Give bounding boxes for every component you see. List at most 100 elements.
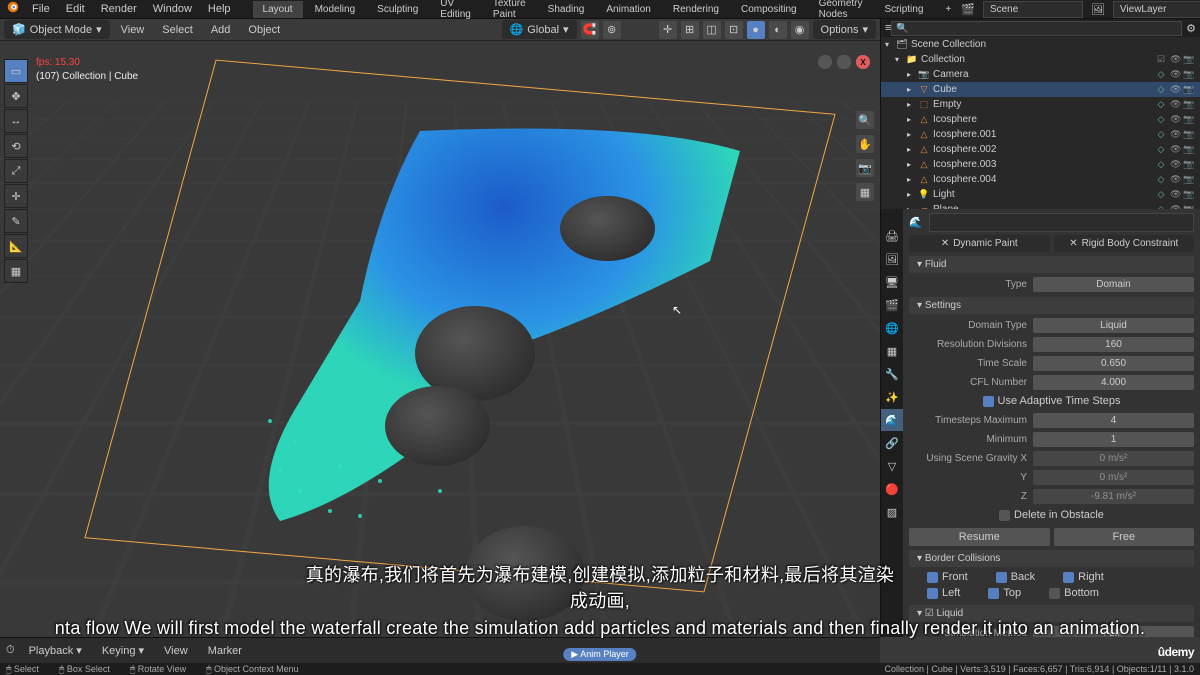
tree-item[interactable]: ▸△Icosphere.003◇👁📷 [881, 157, 1200, 172]
ptab-scene[interactable]: 🎬 [881, 294, 903, 316]
tool-cursor[interactable]: ✥ [4, 84, 28, 108]
view-menu[interactable]: View [114, 21, 152, 39]
front-chk[interactable] [927, 572, 938, 583]
workspace-tab-sculpting[interactable]: Sculpting [367, 1, 428, 18]
resolution-input[interactable]: 160 [1033, 337, 1194, 352]
back-chk[interactable] [996, 572, 1007, 583]
select-menu[interactable]: Select [155, 21, 200, 39]
ptab-render[interactable]: 🖨 [881, 225, 903, 247]
gizmo-toggle[interactable]: ✛ [659, 21, 677, 39]
orientation-select[interactable]: 🌐Global▾ [502, 20, 577, 39]
tool-move[interactable]: ↔ [4, 109, 28, 133]
resume-button[interactable]: Resume [909, 528, 1050, 546]
outliner-search[interactable] [891, 21, 1182, 36]
delobstacle-checkbox[interactable] [999, 510, 1010, 521]
ptab-material[interactable]: 🔴 [881, 478, 903, 500]
tl-playback[interactable]: Playback ▾ [23, 642, 88, 659]
fluid-type-select[interactable]: Domain [1033, 277, 1194, 292]
nav-gizmo[interactable]: Y Z X [818, 55, 870, 107]
workspace-tab-rendering[interactable]: Rendering [663, 1, 729, 18]
tool-select[interactable]: ▭ [4, 59, 28, 83]
ptab-object[interactable]: ▦ [881, 340, 903, 362]
scene-name-input[interactable] [983, 1, 1083, 18]
3d-viewport[interactable]: ▭ ✥ ↔ ⟲ ⤢ ✛ ✎ 📐 ▦ fps: 15.30 (107) Colle… [0, 41, 880, 637]
menu-render[interactable]: Render [93, 0, 145, 18]
workspace-add[interactable]: + [935, 1, 961, 18]
domain-type-select[interactable]: Liquid [1033, 318, 1194, 333]
ptab-texture[interactable]: ▨ [881, 501, 903, 523]
workspace-tab-modeling[interactable]: Modeling [305, 1, 366, 18]
props-search[interactable] [929, 213, 1194, 232]
menu-edit[interactable]: Edit [58, 0, 93, 18]
pan-icon[interactable]: ✋ [856, 135, 874, 153]
tree-item[interactable]: ▸▽Cube◇👁📷 [881, 82, 1200, 97]
ptab-world[interactable]: 🌐 [881, 317, 903, 339]
adaptive-checkbox[interactable] [983, 396, 994, 407]
tree-item[interactable]: ▸💡Light◇👁📷 [881, 187, 1200, 202]
settings-heading[interactable]: ▾ Settings [909, 297, 1194, 314]
tree-scene-collection[interactable]: ▾🗂Scene Collection [881, 37, 1200, 52]
snap-toggle[interactable]: 🧲 [581, 21, 599, 39]
timescale-input[interactable]: 0.650 [1033, 356, 1194, 371]
tool-rotate[interactable]: ⟲ [4, 134, 28, 158]
workspace-tab-scripting[interactable]: Scripting [875, 1, 934, 18]
perspective-icon[interactable]: ▦ [856, 183, 874, 201]
proportional-toggle[interactable]: ⊚ [603, 21, 621, 39]
tree-item[interactable]: ▸⬚Empty◇👁📷 [881, 97, 1200, 112]
tl-marker[interactable]: Marker [202, 643, 248, 659]
camera-icon[interactable]: 📷 [856, 159, 874, 177]
ptab-particles[interactable]: ✨ [881, 386, 903, 408]
tree-item[interactable]: ▸△Icosphere.002◇👁📷 [881, 142, 1200, 157]
free-button[interactable]: Free [1054, 528, 1195, 546]
tool-scale[interactable]: ⤢ [4, 159, 28, 183]
tl-view[interactable]: View [158, 643, 194, 659]
shade-solid[interactable]: ● [747, 21, 765, 39]
bottom-chk[interactable] [1049, 588, 1060, 599]
workspace-tab-compositing[interactable]: Compositing [731, 1, 807, 18]
tl-keying[interactable]: Keying ▾ [96, 642, 150, 659]
tool-measure[interactable]: 📐 [4, 234, 28, 258]
ptab-physics[interactable]: 🌊 [881, 409, 903, 431]
tree-item[interactable]: ▸📷Camera◇👁📷 [881, 67, 1200, 82]
tsmin-input[interactable]: 1 [1033, 432, 1194, 447]
dynamic-paint-tab[interactable]: ✕Dynamic Paint [909, 235, 1050, 252]
shade-matpreview[interactable]: ◐ [769, 21, 787, 39]
ptab-modifiers[interactable]: 🔧 [881, 363, 903, 385]
filter-icon[interactable]: ⚙ [1186, 22, 1196, 35]
workspace-tab-animation[interactable]: Animation [596, 1, 660, 18]
options-popover[interactable]: Options▾ [813, 20, 876, 39]
fluid-heading[interactable]: ▾ Fluid [909, 256, 1194, 273]
ptab-constraints[interactable]: 🔗 [881, 432, 903, 454]
workspace-tab-shading[interactable]: Shading [538, 1, 595, 18]
viewlayer-name-input[interactable] [1113, 1, 1200, 18]
ptab-viewlayer[interactable]: 🖥 [881, 271, 903, 293]
timeline-editor-icon[interactable]: ⏱ [6, 644, 15, 657]
right-chk[interactable] [1063, 572, 1074, 583]
tsmax-input[interactable]: 4 [1033, 413, 1194, 428]
menu-help[interactable]: Help [200, 0, 239, 18]
tool-annotate[interactable]: ✎ [4, 209, 28, 233]
border-heading[interactable]: ▾ Border Collisions [909, 550, 1194, 567]
workspace-tab-layout[interactable]: Layout [253, 1, 303, 18]
rigid-body-tab[interactable]: ✕Rigid Body Constraint [1054, 235, 1195, 252]
menu-file[interactable]: File [24, 0, 58, 18]
left-chk[interactable] [927, 588, 938, 599]
cfl-input[interactable]: 4.000 [1033, 375, 1194, 390]
menu-window[interactable]: Window [145, 0, 200, 18]
add-menu[interactable]: Add [204, 21, 238, 39]
tree-item[interactable]: ▸△Icosphere.004◇👁📷 [881, 172, 1200, 187]
tree-item[interactable]: ▸▱Plane◇👁📷 [881, 202, 1200, 209]
tool-transform[interactable]: ✛ [4, 184, 28, 208]
tool-addcube[interactable]: ▦ [4, 259, 28, 283]
ptab-output[interactable]: 🖼 [881, 248, 903, 270]
ptab-mesh[interactable]: ▽ [881, 455, 903, 477]
xray-toggle[interactable]: ◫ [703, 21, 721, 39]
shade-wire[interactable]: ⊡ [725, 21, 743, 39]
top-chk[interactable] [988, 588, 999, 599]
tree-item[interactable]: ▸△Icosphere.001◇👁📷 [881, 127, 1200, 142]
mode-selector[interactable]: 🧊Object Mode▾ [4, 20, 110, 39]
tree-collection[interactable]: ▾📁Collection ☑👁📷 [881, 52, 1200, 67]
zoom-icon[interactable]: 🔍 [856, 111, 874, 129]
tree-item[interactable]: ▸△Icosphere◇👁📷 [881, 112, 1200, 127]
shade-rendered[interactable]: ◉ [791, 21, 809, 39]
